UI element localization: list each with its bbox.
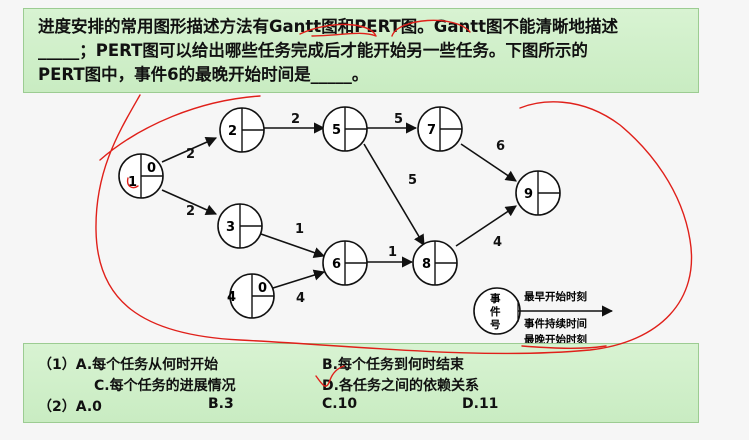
- edge-3-6: [260, 233, 326, 258]
- node-5: 5: [322, 106, 368, 152]
- node-3-id: 3: [226, 220, 235, 235]
- node-4-id: 4: [227, 290, 236, 305]
- legend-event-no-1: 事: [490, 292, 501, 305]
- edge-4-6: [272, 269, 326, 289]
- option-q2-c: C.10: [322, 396, 358, 412]
- edge-label-6-8: 1: [388, 245, 397, 260]
- node-5-id: 5: [332, 123, 341, 138]
- edge-label-7-9: 6: [496, 139, 505, 154]
- node-8: 8: [412, 240, 458, 286]
- node-9-id: 9: [524, 187, 533, 202]
- node-9: 9: [515, 170, 561, 216]
- edge-label-5-7: 5: [394, 112, 403, 127]
- legend-event-no-3: 号: [490, 319, 501, 331]
- edge-5-8: [363, 143, 425, 246]
- legend-event-no-2: 件: [490, 305, 501, 318]
- edge-label-1-3: 2: [186, 204, 195, 219]
- legend: 事 件 号 最早开始时刻 事件持续时间 最晚开始时刻: [473, 287, 614, 346]
- edge-label-4-6: 4: [296, 291, 305, 306]
- option-q2-d: D.11: [462, 396, 499, 412]
- edge-8-9: [455, 205, 517, 247]
- node-4-value: 0: [258, 281, 267, 296]
- node-6: 6: [322, 240, 368, 286]
- legend-earliest-start: 最早开始时刻: [524, 290, 587, 303]
- node-4: 4 0: [227, 273, 275, 319]
- node-1-id: 1: [128, 175, 137, 190]
- node-6-id: 6: [332, 257, 341, 272]
- edge-label-3-6: 1: [295, 222, 304, 237]
- option-q1-c: C.每个任务的进展情况: [94, 378, 236, 394]
- node-1: 1 0: [118, 153, 164, 199]
- node-3: 3: [217, 203, 263, 249]
- option-q2-a: （2）A.0: [38, 399, 102, 415]
- node-2-id: 2: [228, 124, 237, 139]
- options-box: （1）A.每个任务从何时开始 B.每个任务到何时结束 C.每个任务的进展情况 D…: [23, 343, 699, 423]
- option-q1-b: B.每个任务到何时结束: [322, 357, 464, 373]
- edge-label-1-2: 2: [186, 147, 195, 162]
- legend-duration: 事件持续时间: [524, 317, 587, 330]
- node-2: 2: [219, 107, 265, 153]
- node-7: 7: [417, 106, 463, 152]
- node-8-id: 8: [422, 257, 431, 272]
- edge-label-8-9: 4: [493, 235, 502, 250]
- edge-label-2-5: 2: [291, 112, 300, 127]
- node-1-value: 0: [147, 161, 156, 176]
- node-7-id: 7: [427, 123, 436, 138]
- edge-7-9: [460, 143, 517, 182]
- edge-label-5-8: 5: [408, 173, 417, 188]
- option-q1-d: D.各任务之间的依赖关系: [322, 378, 479, 394]
- option-q1-a: （1）A.每个任务从何时开始: [38, 357, 219, 373]
- option-q2-b: B.3: [208, 396, 234, 412]
